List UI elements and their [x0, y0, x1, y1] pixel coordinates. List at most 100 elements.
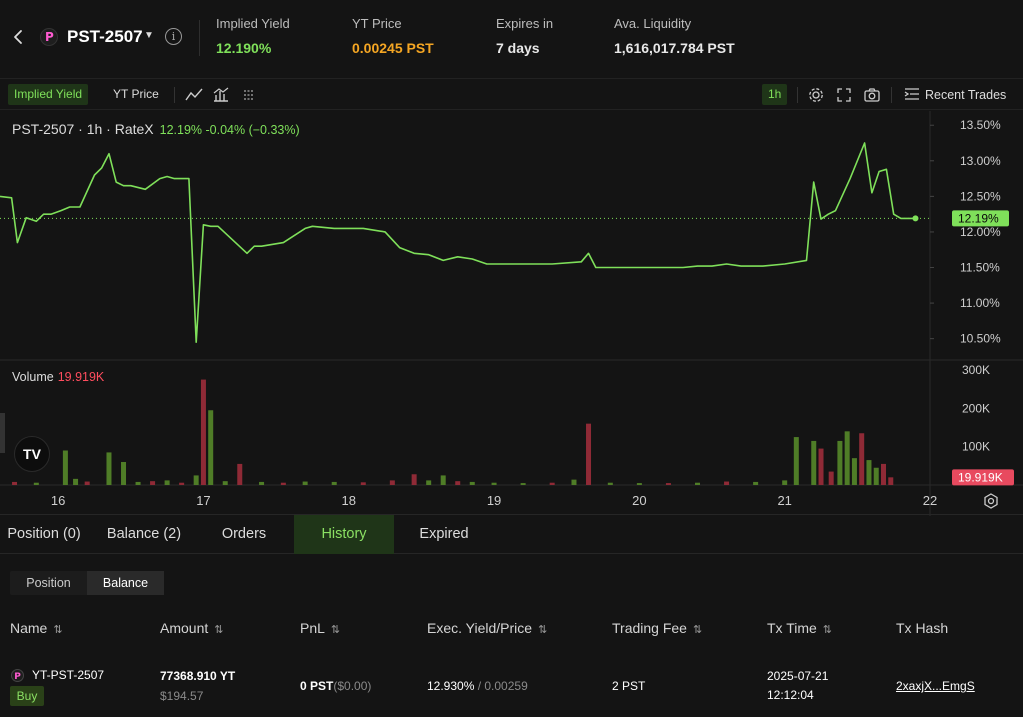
col-pnl[interactable]: PnL ⇅ — [300, 620, 340, 636]
volume-bar — [455, 481, 461, 485]
pnl-usd: ($0.00) — [333, 679, 372, 693]
toolbar-divider — [174, 87, 175, 103]
stat-label: Expires in — [496, 16, 554, 31]
settings-list-icon[interactable] — [239, 85, 259, 105]
volume-bar — [586, 423, 592, 485]
tradingview-logo[interactable]: TV — [14, 436, 50, 472]
row-name: YT-PST-2507 — [32, 668, 105, 682]
back-arrow-icon[interactable] — [8, 26, 30, 48]
token-logo-icon: P — [40, 28, 58, 46]
recent-trades-button[interactable]: Recent Trades — [904, 85, 1006, 105]
caret-down-icon[interactable]: ▼ — [144, 30, 154, 41]
volume-label: Volume — [12, 370, 54, 384]
volume-bar — [859, 433, 865, 485]
implied-yield-line — [0, 142, 916, 343]
line-chart-icon[interactable] — [184, 85, 204, 105]
volume-legend: Volume 19.919K — [12, 370, 104, 384]
volume-bar — [811, 440, 817, 485]
row-tx-date: 2025-07-21 — [767, 669, 829, 683]
y-tick-label: 11.50% — [960, 261, 1000, 275]
volume-bar — [491, 482, 497, 485]
y-tick-label: 12.50% — [960, 189, 1001, 203]
volume-bar — [200, 379, 206, 485]
col-trading-fee[interactable]: Trading Fee ⇅ — [612, 620, 702, 636]
stat-expires: Expires in 7 days — [496, 16, 553, 56]
info-icon[interactable]: i — [165, 28, 182, 45]
volume-bar — [818, 448, 824, 485]
volume-bar — [164, 480, 170, 485]
legend-title: PST-2507 · 1h · RateX — [12, 121, 154, 137]
volume-bar — [793, 437, 799, 485]
bottom-tab-bar: Position (0) Balance (2) Orders History … — [0, 514, 1023, 554]
tab-expired[interactable]: Expired — [404, 515, 484, 554]
recent-trades-label: Recent Trades — [925, 88, 1007, 102]
x-tick-label: 22 — [923, 493, 937, 508]
interval-selector[interactable]: 1h — [762, 84, 788, 105]
tx-hash-link[interactable]: 2xaxjX...EmgS — [896, 679, 975, 693]
x-tick-label: 16 — [51, 493, 65, 508]
volume-bar — [873, 467, 879, 485]
volume-bar — [193, 475, 199, 485]
history-sub-tabs: Position Balance — [10, 571, 164, 595]
pnl-value: 0 PST — [300, 679, 334, 693]
col-exec-yield[interactable]: Exec. Yield/Price ⇅ — [427, 620, 547, 636]
chart-toolbar: Implied Yield YT Price 1h Recent Trades — [0, 78, 1023, 110]
subtab-position[interactable]: Position — [10, 571, 87, 595]
camera-icon[interactable] — [862, 85, 882, 105]
volume-bar — [331, 481, 337, 485]
volume-bar — [520, 483, 526, 485]
volume-bar — [571, 479, 577, 485]
tab-history[interactable]: History — [294, 515, 394, 554]
sort-icon: ⇅ — [692, 624, 703, 636]
volume-bar — [360, 482, 366, 485]
toolbar-divider — [797, 87, 798, 103]
chart-canvas[interactable]: 13.50% 13.00% 12.50% 12.00% 11.50% 11.00% 10.5… — [0, 111, 1023, 516]
y-tick-label: 13.50% — [960, 118, 1001, 132]
volume-tick-label: 200K — [962, 401, 990, 415]
tab-balance[interactable]: Balance (2) — [96, 515, 192, 554]
tab-orders[interactable]: Orders — [204, 515, 284, 554]
x-tick-label: 19 — [487, 493, 501, 508]
row-fee: 2 PST — [612, 679, 646, 693]
tab-position[interactable]: Position (0) — [0, 515, 88, 554]
market-selector[interactable]: PST-2507 — [67, 27, 143, 47]
tab-yt-price[interactable]: YT Price — [107, 84, 165, 105]
indicators-icon[interactable] — [211, 85, 231, 105]
x-tick-label: 17 — [196, 493, 210, 508]
sort-icon: ⇅ — [538, 624, 548, 636]
history-table-header: Name ⇅ Amount ⇅ PnL ⇅ Exec. Yield/Price ⇅ Tr… — [0, 612, 1023, 642]
row-tx-time: 12:12:04 — [767, 688, 814, 702]
y-tick-label: 13.00% — [960, 154, 1001, 168]
scroll-handle[interactable] — [0, 413, 5, 453]
volume-bar — [121, 462, 127, 485]
volume-bar — [888, 477, 894, 485]
y-tick-label: 12.00% — [960, 225, 1001, 239]
volume-bar — [84, 481, 90, 485]
subtab-balance[interactable]: Balance — [87, 571, 164, 595]
x-tick-label: 21 — [777, 493, 791, 508]
col-name[interactable]: Name ⇅ — [10, 620, 63, 636]
col-label: PnL — [300, 620, 325, 636]
col-label: Trading Fee — [612, 620, 687, 636]
volume-bar — [73, 478, 79, 485]
price-chart[interactable]: 13.50% 13.00% 12.50% 12.00% 11.50% 11.00% 10.5… — [0, 111, 1023, 516]
col-tx-hash: Tx Hash — [896, 620, 948, 636]
token-logo-icon: P — [11, 669, 24, 682]
volume-bar — [607, 482, 613, 485]
volume-bar — [665, 483, 671, 485]
volume-bar — [222, 481, 228, 485]
col-amount[interactable]: Amount ⇅ — [160, 620, 223, 636]
col-tx-time[interactable]: Tx Time ⇅ — [767, 620, 832, 636]
stat-value: 7 days — [496, 40, 540, 56]
axis-settings-icon[interactable] — [982, 492, 1000, 510]
volume-bar — [469, 481, 475, 485]
volume-bar — [411, 474, 417, 485]
gear-icon[interactable] — [806, 85, 826, 105]
volume-bar — [179, 482, 185, 485]
row-pnl: 0 PST($0.00) — [300, 679, 371, 693]
fullscreen-icon[interactable] — [834, 85, 854, 105]
volume-bar — [302, 481, 308, 485]
col-label: Name — [10, 620, 48, 636]
tab-implied-yield[interactable]: Implied Yield — [8, 84, 89, 105]
volume-bar — [549, 482, 555, 485]
